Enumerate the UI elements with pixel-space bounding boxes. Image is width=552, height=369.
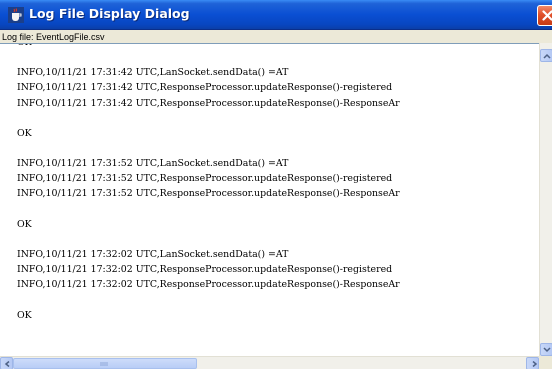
horizontal-scrollbar[interactable]	[0, 356, 539, 369]
java-cup-icon	[8, 7, 24, 23]
scroll-up-button[interactable]	[540, 49, 552, 62]
log-line: INFO,10/11/21 17:31:42 UTC,ResponseProce…	[17, 97, 400, 109]
close-button[interactable]	[537, 5, 552, 26]
log-line: INFO,10/11/21 17:32:02 UTC,LanSocket.sen…	[17, 248, 289, 260]
log-line: INFO,10/11/21 17:31:42 UTC,LanSocket.sen…	[17, 67, 289, 79]
log-line: OK	[17, 44, 400, 50]
grip-icon	[100, 362, 108, 366]
log-line: INFO,10/11/21 17:31:42 UTC,ResponseProce…	[17, 82, 393, 94]
vertical-scrollbar[interactable]	[539, 43, 552, 358]
log-line: OK	[17, 218, 32, 230]
log-file-label: Log file: EventLogFile.csv	[2, 32, 105, 42]
scroll-left-button[interactable]	[0, 357, 13, 369]
log-content: OK INFO,10/11/21 17:31:42 UTC,LanSocket.s…	[17, 44, 400, 323]
log-line: OK	[17, 309, 32, 321]
log-line: INFO,10/11/21 17:31:52 UTC,ResponseProce…	[17, 173, 393, 185]
title-bar[interactable]: Log File Display Dialog	[0, 0, 552, 30]
arrow-down-icon	[543, 347, 551, 353]
scroll-right-button[interactable]	[526, 357, 539, 369]
log-line: INFO,10/11/21 17:32:02 UTC,ResponseProce…	[17, 264, 393, 276]
window-title: Log File Display Dialog	[29, 6, 190, 21]
log-text-area[interactable]: OK INFO,10/11/21 17:31:42 UTC,LanSocket.s…	[0, 43, 552, 369]
log-file-display-dialog: Log File Display Dialog Log file: EventL…	[0, 0, 552, 369]
log-line: OK	[17, 127, 32, 139]
log-line: INFO,10/11/21 17:31:52 UTC,ResponseProce…	[17, 188, 400, 200]
scrollbar-corner	[539, 356, 552, 369]
arrow-up-icon	[543, 53, 551, 59]
close-icon	[542, 10, 552, 21]
horizontal-scroll-thumb[interactable]	[13, 358, 197, 369]
log-line: INFO,10/11/21 17:31:52 UTC,LanSocket.sen…	[17, 158, 289, 170]
scroll-down-button[interactable]	[540, 343, 552, 356]
log-line: INFO,10/11/21 17:32:02 UTC,ResponseProce…	[17, 279, 400, 291]
arrow-right-icon	[532, 361, 538, 367]
arrow-left-icon	[4, 361, 10, 367]
